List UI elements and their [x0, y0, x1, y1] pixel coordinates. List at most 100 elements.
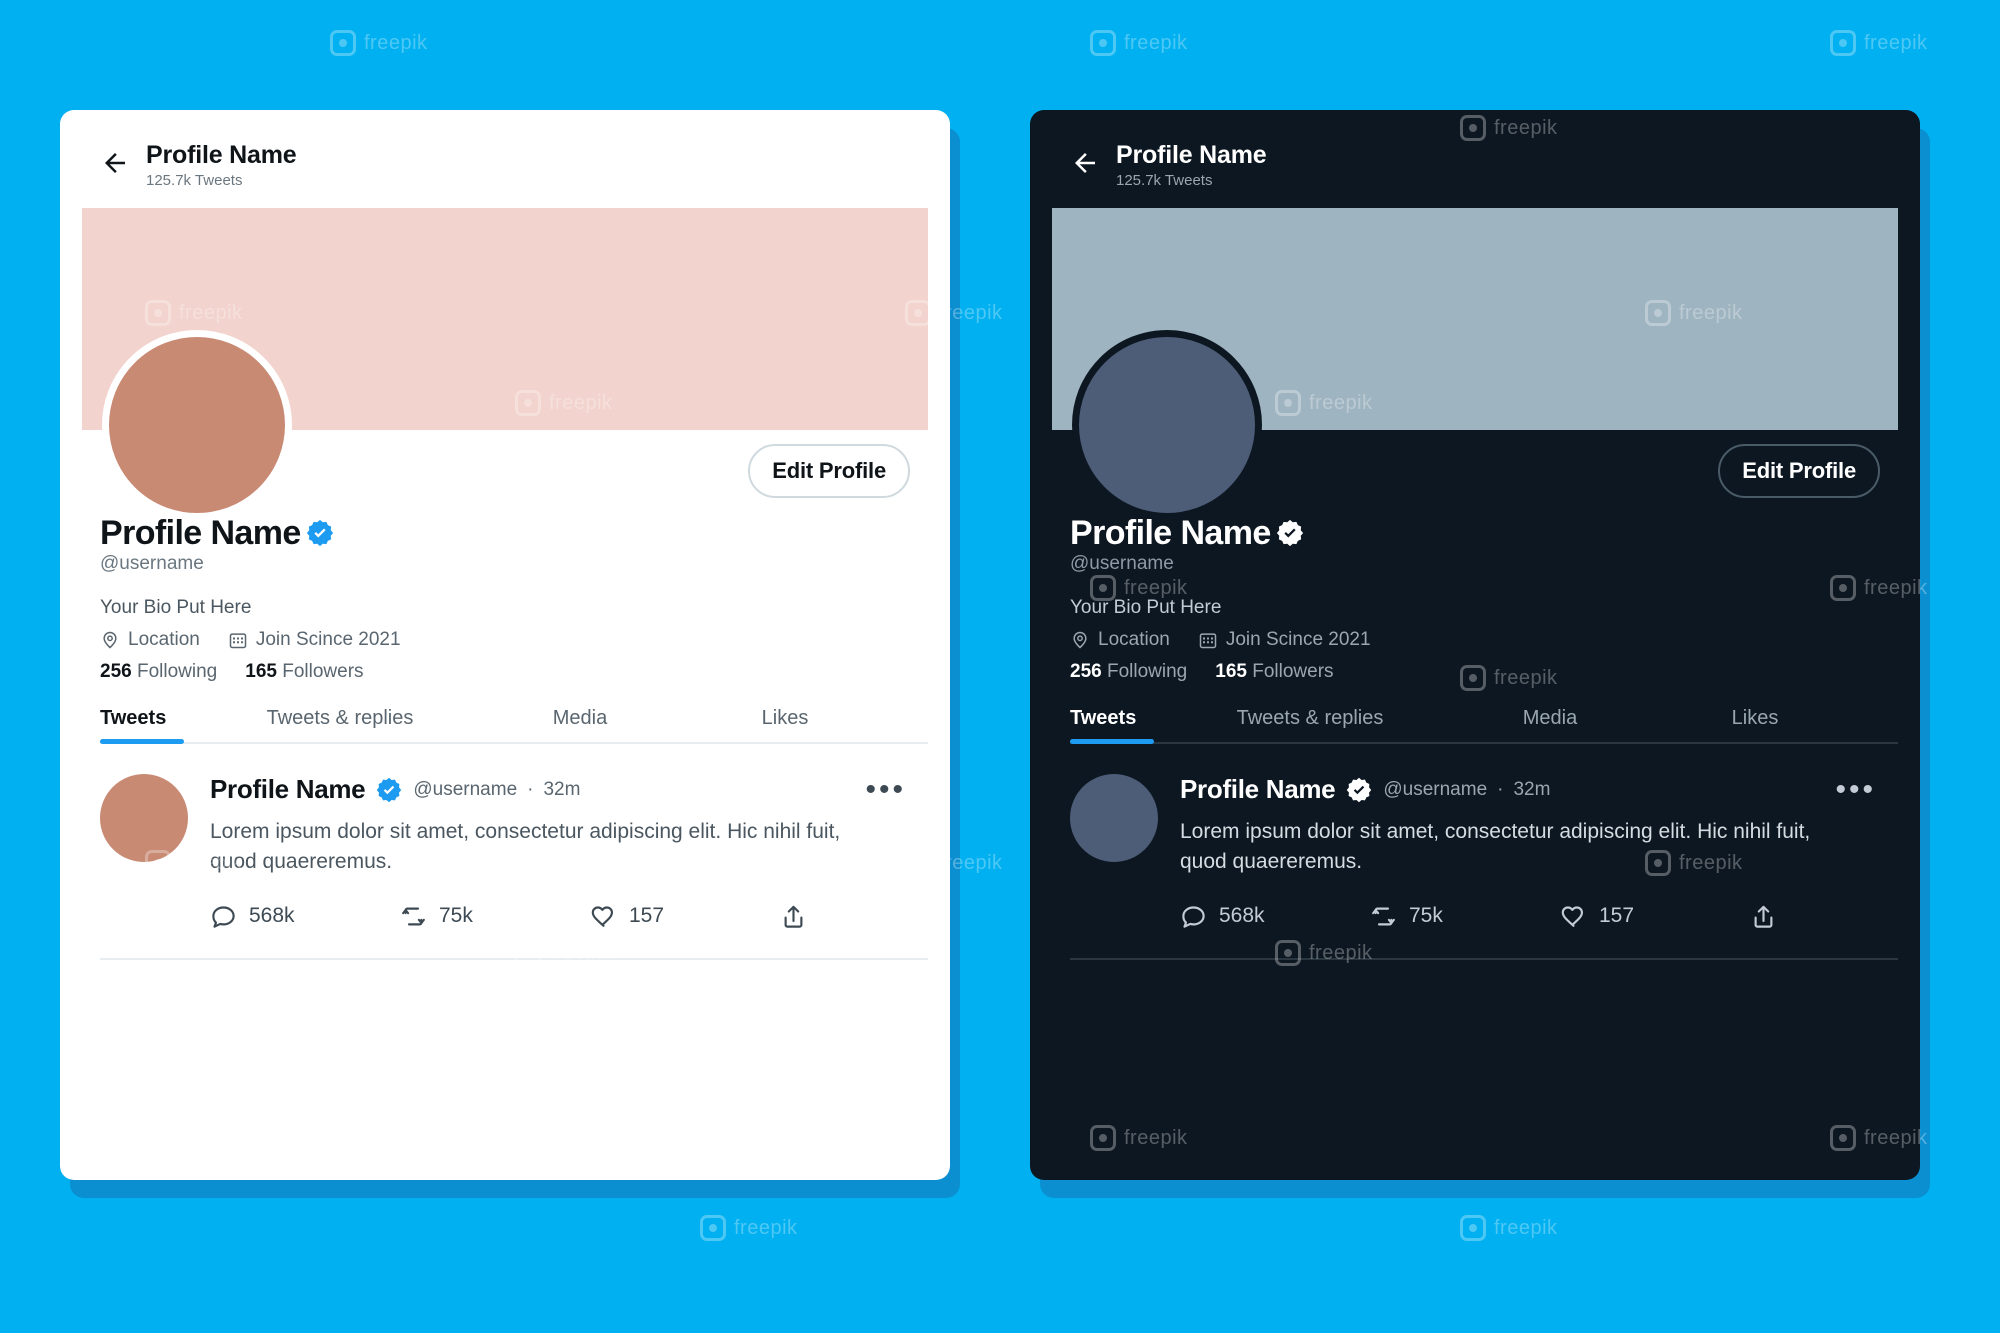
profile-stats-row: 256 Following 165 Followers	[1070, 661, 1880, 683]
following-stat[interactable]: 256 Following	[1070, 661, 1187, 683]
profile-display-name: Profile Name	[100, 513, 301, 552]
tweet-actions: 568k 75k 157	[210, 903, 910, 930]
tab-tweets-replies[interactable]: Tweets & replies	[210, 707, 470, 744]
light-profile-card: Profile Name 125.7k Tweets Edit Profile …	[60, 110, 950, 1180]
retweet-icon	[402, 907, 425, 926]
following-label: Following	[1106, 661, 1188, 683]
retweet-count: 75k	[439, 904, 473, 928]
card-header: Profile Name 125.7k Tweets	[1030, 110, 1920, 208]
join-date-label: Join Scince 2021	[1225, 629, 1371, 651]
share-icon	[1754, 905, 1773, 928]
tab-likes[interactable]: Likes	[690, 707, 880, 744]
tweet-author-handle: @username	[1383, 778, 1488, 800]
tweet-body: Profile Name @username · 32m ••• Lorem i…	[1180, 774, 1880, 930]
comment-icon	[212, 906, 235, 928]
profile-meta-row: Location Join Scince 2021	[100, 629, 910, 651]
tweet-text: Lorem ipsum dolor sit amet, consectetur …	[1180, 820, 1811, 873]
share-icon	[784, 905, 803, 928]
verified-badge-icon	[1276, 520, 1303, 547]
followers-stat[interactable]: 165 Followers	[1215, 661, 1333, 683]
tweet-header: Profile Name @username · 32m •••	[1180, 774, 1880, 805]
dark-profile-card: Profile Name 125.7k Tweets Edit Profile …	[1030, 110, 1920, 1180]
followers-label: Followers	[1252, 661, 1334, 683]
heart-icon	[591, 906, 614, 927]
more-dots-icon[interactable]: •••	[865, 774, 910, 804]
profile-join-date: Join Scince 2021	[228, 629, 401, 651]
tab-tweets-replies[interactable]: Tweets & replies	[1180, 707, 1440, 744]
profile-avatar[interactable]	[1072, 329, 1262, 520]
comment-icon	[1182, 906, 1205, 928]
back-arrow-icon[interactable]	[100, 148, 130, 178]
verified-badge-icon	[306, 520, 333, 547]
like-count: 157	[1599, 904, 1635, 928]
tweet-count: 125.7k Tweets	[1116, 171, 1213, 189]
profile-name-row: Profile Name	[1070, 513, 1880, 552]
profile-name-row: Profile Name	[100, 513, 910, 552]
tweet-reply-action[interactable]: 568k	[210, 903, 400, 930]
profile-location: Location	[100, 629, 200, 651]
tweet-count: 125.7k Tweets	[146, 171, 243, 189]
profile-tabs: Tweets Tweets & replies Media Likes	[1070, 707, 1898, 745]
profile-tabs: Tweets Tweets & replies Media Likes	[100, 707, 928, 745]
calendar-icon	[1199, 633, 1217, 649]
header-text-group: Profile Name 125.7k Tweets	[1116, 141, 1267, 190]
profile-location: Location	[1070, 629, 1170, 651]
profile-bio: Your Bio Put Here	[1070, 597, 1222, 619]
page-title: Profile Name	[1116, 141, 1267, 169]
tweet-like-action[interactable]: 157	[590, 903, 780, 930]
profile-avatar[interactable]	[102, 329, 292, 520]
tweet-author-name: Profile Name	[1180, 774, 1336, 805]
tweet-retweet-action[interactable]: 75k	[1370, 903, 1560, 930]
profile-handle: @username	[1070, 553, 1174, 575]
header-text-group: Profile Name 125.7k Tweets	[146, 141, 297, 190]
tweet-item: Profile Name @username · 32m ••• Lorem i…	[60, 744, 950, 930]
tweet-author-avatar[interactable]	[1070, 774, 1158, 863]
tweet-item: Profile Name @username · 32m ••• Lorem i…	[1030, 744, 1920, 930]
following-stat[interactable]: 256 Following	[100, 661, 217, 683]
tweet-separator: ·	[1497, 778, 1504, 800]
profile-bio: Your Bio Put Here	[100, 597, 252, 619]
tab-tweets[interactable]: Tweets	[1070, 707, 1180, 745]
tweet-author-avatar[interactable]	[100, 774, 188, 863]
profile-handle: @username	[100, 553, 204, 575]
retweet-icon	[1372, 907, 1395, 926]
tweet-share-action[interactable]	[1750, 903, 1777, 930]
tweet-timestamp: 32m	[1513, 778, 1551, 800]
verified-badge-icon	[377, 777, 402, 802]
tab-media[interactable]: Media	[1440, 707, 1660, 744]
following-label: Following	[136, 661, 218, 683]
heart-icon	[1561, 906, 1584, 927]
verified-badge-icon	[1347, 777, 1372, 802]
followers-stat[interactable]: 165 Followers	[245, 661, 363, 683]
like-count: 157	[629, 904, 665, 928]
tweet-share-action[interactable]	[780, 903, 807, 930]
tweet-header: Profile Name @username · 32m •••	[210, 774, 910, 805]
tweet-author-handle: @username	[413, 778, 518, 800]
tab-tweets[interactable]: Tweets	[100, 707, 210, 745]
following-count: 256	[100, 661, 132, 683]
tweet-author-name: Profile Name	[210, 774, 366, 805]
calendar-icon	[229, 633, 247, 649]
tab-likes[interactable]: Likes	[1660, 707, 1850, 744]
following-count: 256	[1070, 661, 1102, 683]
more-dots-icon[interactable]: •••	[1835, 774, 1880, 804]
canvas: Profile Name 125.7k Tweets Edit Profile …	[0, 0, 2000, 1333]
tab-media[interactable]: Media	[470, 707, 690, 744]
edit-profile-button[interactable]: Edit Profile	[1718, 443, 1880, 498]
location-pin-icon	[1073, 631, 1087, 649]
profile-meta-row: Location Join Scince 2021	[1070, 629, 1880, 651]
card-header: Profile Name 125.7k Tweets	[60, 110, 950, 208]
tweet-reply-action[interactable]: 568k	[1180, 903, 1370, 930]
reply-count: 568k	[1219, 904, 1265, 928]
profile-identity: Profile Name @username Your Bio Put Here	[1030, 513, 1920, 684]
location-pin-icon	[103, 631, 117, 649]
edit-profile-button[interactable]: Edit Profile	[748, 443, 910, 498]
tweet-like-action[interactable]: 157	[1560, 903, 1750, 930]
back-arrow-icon[interactable]	[1070, 148, 1100, 178]
tweet-text: Lorem ipsum dolor sit amet, consectetur …	[210, 820, 841, 873]
profile-identity: Profile Name @username Your Bio Put Here	[60, 513, 950, 684]
profile-display-name: Profile Name	[1070, 513, 1271, 552]
dark-profile-card-shell: Profile Name 125.7k Tweets Edit Profile …	[1030, 110, 1930, 1198]
followers-label: Followers	[282, 661, 364, 683]
tweet-retweet-action[interactable]: 75k	[400, 903, 590, 930]
